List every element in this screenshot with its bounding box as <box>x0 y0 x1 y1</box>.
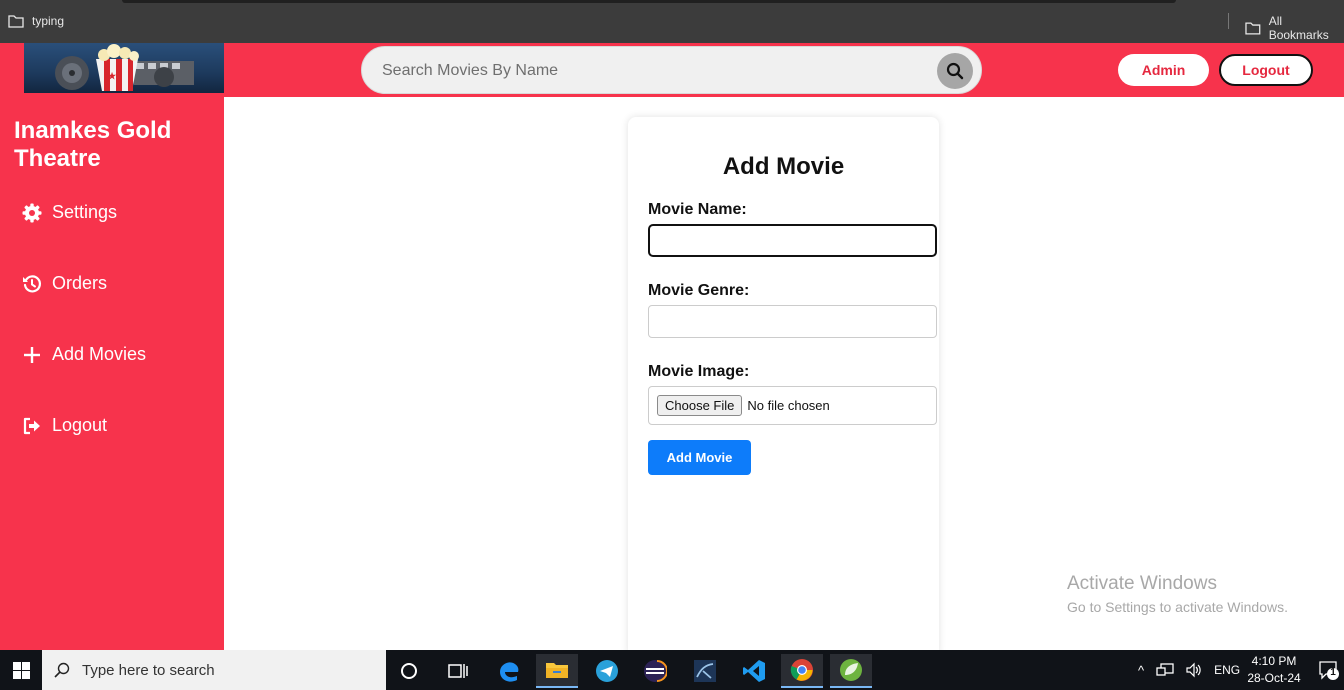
notification-center-button[interactable]: 1 <box>1318 659 1340 681</box>
plus-icon <box>24 346 40 363</box>
history-icon <box>23 274 42 292</box>
movie-image-label: Movie Image: <box>648 363 750 380</box>
movie-genre-label: Movie Genre: <box>648 282 750 299</box>
taskbar-chrome[interactable] <box>781 654 823 688</box>
header-logout-button[interactable]: Logout <box>1219 54 1313 86</box>
sidebar-item-label: Add Movies <box>52 344 147 364</box>
add-movie-button[interactable]: Add Movie <box>648 440 751 475</box>
notification-count: 1 <box>1330 667 1336 678</box>
cortana-button[interactable] <box>388 654 430 688</box>
bookmarks-bar: typing All Bookmarks <box>0 0 1344 43</box>
svg-text:★: ★ <box>108 71 117 81</box>
sidebar-item-logout[interactable]: Logout <box>22 415 107 436</box>
search-icon <box>54 662 70 678</box>
admin-button[interactable]: Admin <box>1118 54 1209 86</box>
language-indicator[interactable]: ENG <box>1214 663 1240 677</box>
movie-search-bar <box>361 46 982 94</box>
taskbar-file-explorer[interactable] <box>536 654 578 688</box>
activation-watermark-subtitle: Go to Settings to activate Windows. <box>1067 599 1288 615</box>
taskbar-search-box[interactable]: Type here to search <box>42 650 386 690</box>
sidebar-item-label: Settings <box>52 202 118 222</box>
mysql-workbench-icon <box>694 660 716 682</box>
bookmark-separator <box>1228 13 1229 29</box>
search-button[interactable] <box>937 53 973 89</box>
movie-name-label: Movie Name: <box>648 201 747 218</box>
chrome-icon <box>790 659 813 681</box>
task-view-button[interactable] <box>437 654 479 688</box>
vscode-icon <box>743 660 765 682</box>
edge-icon <box>500 662 519 682</box>
activation-watermark-title: Activate Windows <box>1067 573 1217 594</box>
movie-genre-input[interactable] <box>648 305 937 338</box>
file-explorer-icon <box>546 663 568 678</box>
windows-logo-icon <box>12 661 30 679</box>
eclipse-icon <box>644 660 667 682</box>
sidebar-item-add-movies[interactable]: Add Movies <box>22 344 146 365</box>
taskbar-spring-tool[interactable] <box>830 654 872 688</box>
all-bookmarks-label: All Bookmarks <box>1268 14 1329 42</box>
sidebar-item-label: Orders <box>52 273 108 293</box>
bookmark-label: typing <box>32 14 65 28</box>
choose-file-button[interactable]: Choose File <box>657 395 743 416</box>
site-logo[interactable]: ★ <box>24 43 224 93</box>
tab-strip-edge <box>122 0 1176 3</box>
clock-date: 28-Oct-24 <box>1247 671 1301 685</box>
system-tray: ^ ENG <box>1138 650 1240 690</box>
sidebar-item-orders[interactable]: Orders <box>22 273 107 294</box>
popcorn-film-logo-icon: ★ <box>55 44 194 91</box>
sidebar: Inamkes Gold Theatre Settings Orders Add… <box>0 97 224 650</box>
telegram-icon <box>596 660 618 682</box>
start-button[interactable] <box>0 650 42 690</box>
chevron-up-icon[interactable]: ^ <box>1138 663 1144 678</box>
cortana-circle-icon <box>401 663 417 679</box>
bookmark-typing[interactable]: typing <box>8 14 64 28</box>
add-movie-form: Add Movie Movie Name: Movie Genre: Movie… <box>628 117 939 657</box>
windows-taskbar: Type here to search ^ ENG 4:10 PM 28-Oct… <box>0 650 1344 690</box>
search-icon <box>946 62 964 80</box>
taskbar-mysql-workbench[interactable] <box>684 654 726 688</box>
taskbar-vscode[interactable] <box>733 654 775 688</box>
sidebar-item-settings[interactable]: Settings <box>22 202 117 223</box>
gear-icon <box>22 203 42 222</box>
file-status: No file chosen <box>747 398 830 413</box>
movie-image-file-input: Choose File No file chosen <box>648 386 937 425</box>
taskbar-search-placeholder: Type here to search <box>82 661 215 679</box>
taskbar-telegram[interactable] <box>586 654 628 688</box>
task-view-icon <box>448 664 468 678</box>
system-clock[interactable]: 4:10 PM 28-Oct-24 <box>1242 653 1306 687</box>
sidebar-item-label: Logout <box>52 415 108 435</box>
folder-icon <box>1245 22 1261 35</box>
movie-name-input[interactable] <box>648 224 937 257</box>
movie-search-input[interactable] <box>382 59 922 83</box>
clock-time: 4:10 PM <box>1251 654 1297 668</box>
folder-icon <box>8 15 24 28</box>
network-icon[interactable] <box>1156 662 1174 678</box>
volume-icon[interactable] <box>1186 662 1202 678</box>
taskbar-eclipse[interactable] <box>634 654 676 688</box>
spring-leaf-icon <box>840 659 862 681</box>
form-title: Add Movie <box>722 153 845 180</box>
all-bookmarks[interactable]: All Bookmarks <box>1245 14 1344 42</box>
taskbar-edge[interactable] <box>488 654 530 688</box>
theatre-name: Inamkes Gold Theatre <box>14 117 172 172</box>
logout-icon <box>23 417 40 434</box>
